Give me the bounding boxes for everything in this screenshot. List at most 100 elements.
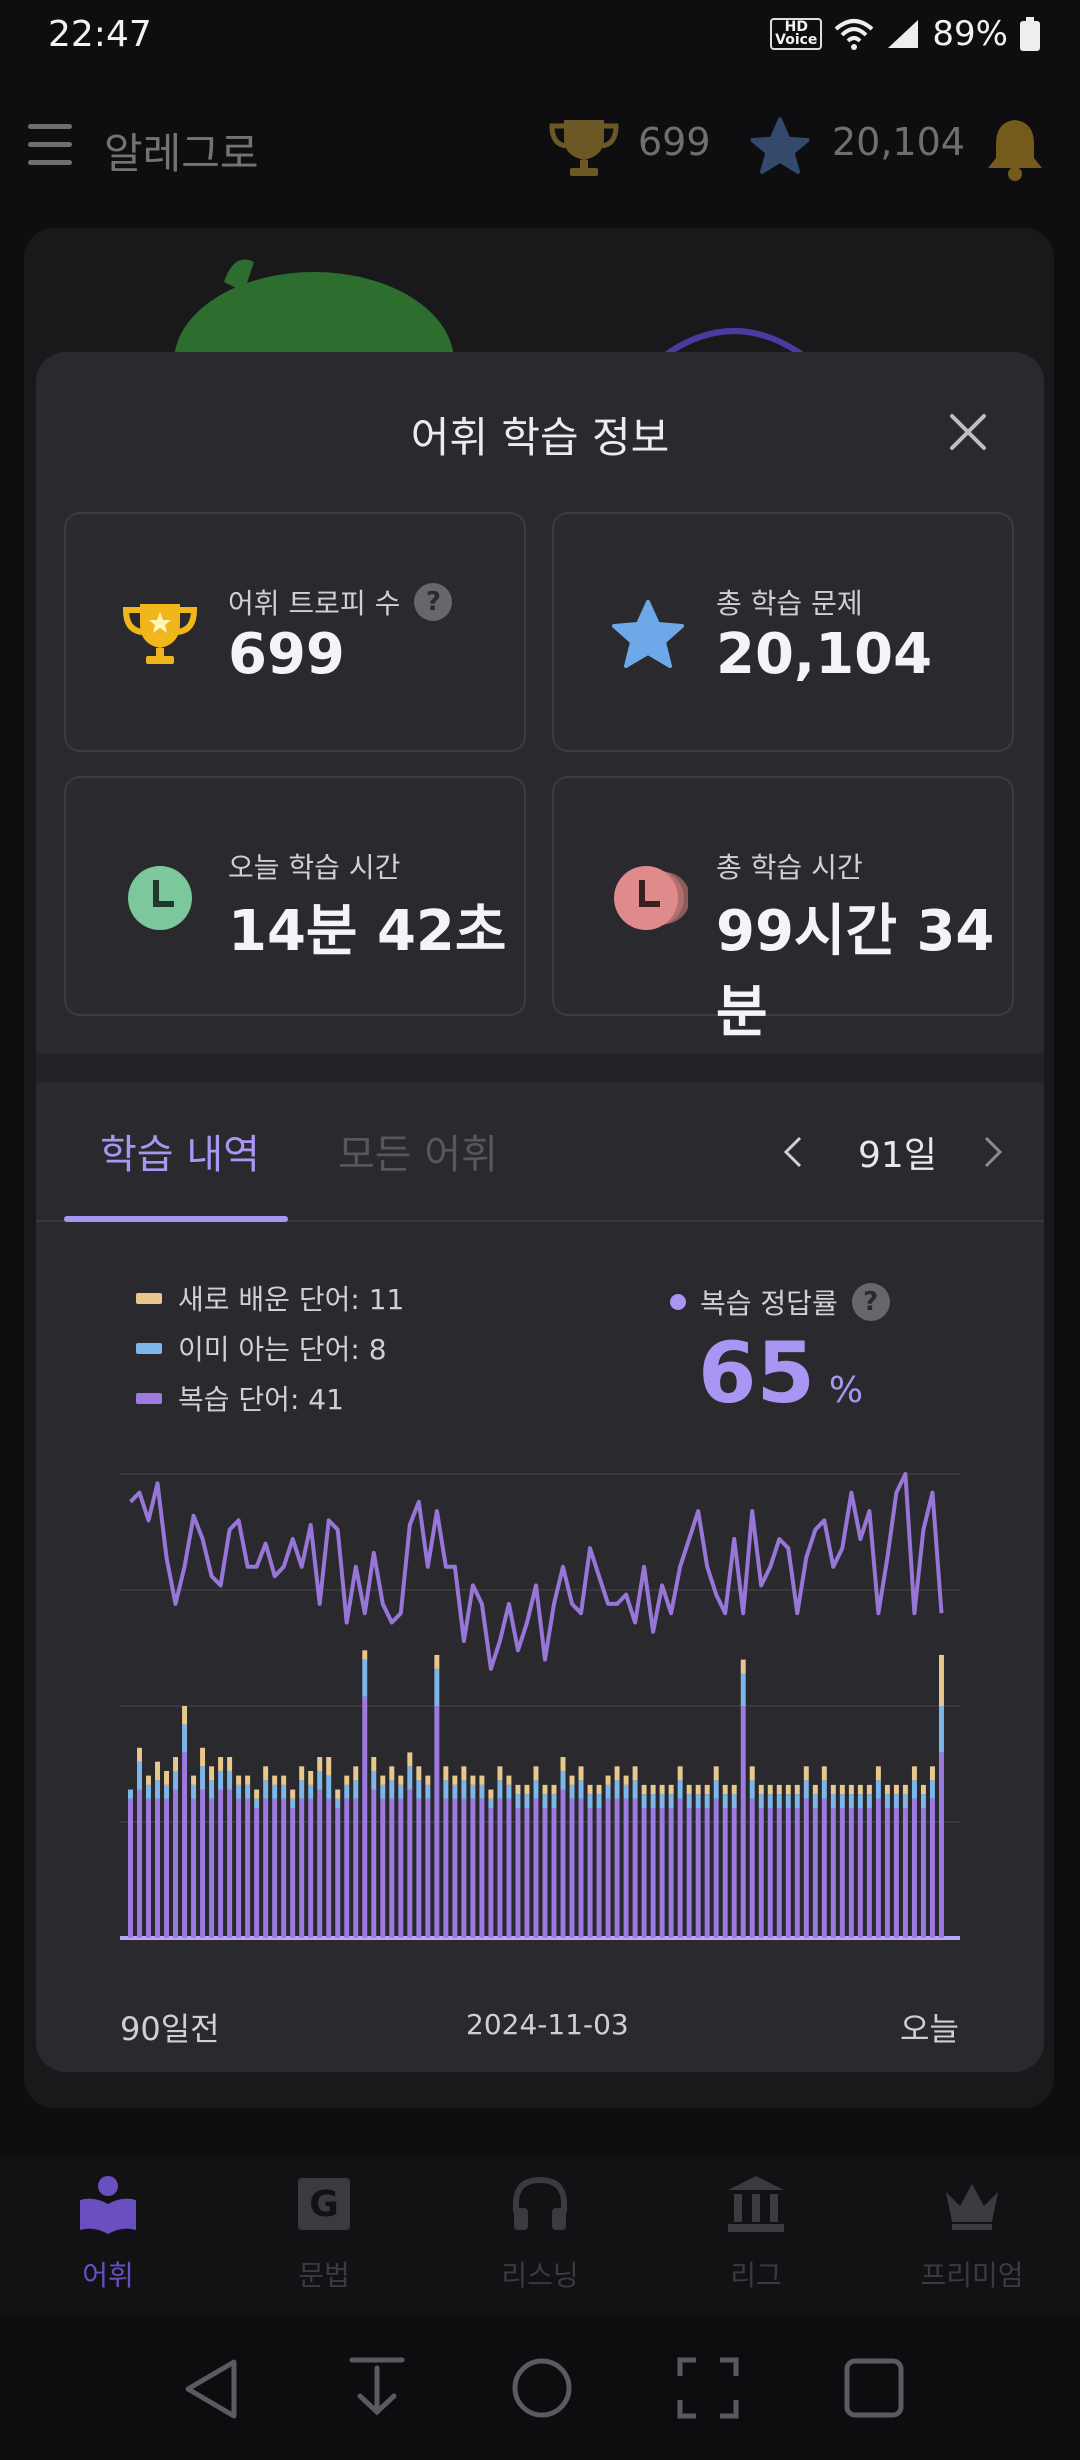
- bar-segment: [578, 1780, 584, 1799]
- help-icon[interactable]: ?: [414, 583, 453, 621]
- back-icon[interactable]: [180, 2356, 242, 2422]
- bar-segment: [920, 1784, 926, 1795]
- bar-segment: [407, 1789, 413, 1938]
- book-icon: [80, 2176, 136, 2234]
- bar-segment: [677, 1798, 683, 1938]
- bar-segment: [308, 1770, 314, 1785]
- bar-segment: [911, 1798, 917, 1938]
- bar-segment: [659, 1794, 665, 1809]
- menu-icon[interactable]: [28, 124, 72, 165]
- bell-icon[interactable]: [984, 116, 1046, 182]
- bar-segment: [533, 1766, 539, 1781]
- nav-listening[interactable]: 리스닝: [460, 2172, 620, 2294]
- bar-segment: [137, 1789, 142, 1938]
- bar-segment: [326, 1798, 332, 1938]
- bar-segment: [515, 1794, 521, 1809]
- trophy-count: 699: [638, 120, 711, 164]
- star-icon: [612, 600, 684, 668]
- bar-segment: [362, 1650, 368, 1660]
- bar-segment: [200, 1747, 206, 1767]
- nav-listening-label: 리스닝: [501, 2259, 579, 2292]
- nav-league-label: 리그: [730, 2259, 782, 2292]
- accuracy-label-text: 복습 정답률: [700, 1287, 838, 1320]
- bar-segment: [398, 1784, 404, 1799]
- bar-segment: [686, 1794, 692, 1809]
- study-history-chart: [120, 1472, 960, 1940]
- bar-segment: [515, 1808, 521, 1938]
- trophy-icon: [549, 120, 619, 176]
- bar-segment: [326, 1775, 332, 1799]
- bar-segment: [596, 1794, 602, 1809]
- bar-segment: [146, 1798, 151, 1938]
- legend-swatch-known: [136, 1342, 162, 1354]
- bar-segment: [227, 1757, 233, 1771]
- bar-segment: [164, 1770, 169, 1785]
- bar-segment: [335, 1798, 341, 1809]
- bar-segment: [884, 1794, 890, 1809]
- bar-segment: [488, 1789, 494, 1799]
- bar-segment: [866, 1794, 872, 1809]
- bar-segment: [803, 1766, 809, 1781]
- bar-segment: [461, 1766, 467, 1781]
- trophy-card-value: 699: [228, 622, 345, 687]
- bar-segment: [236, 1775, 242, 1785]
- download-icon[interactable]: [346, 2354, 408, 2424]
- bar-segment: [497, 1780, 503, 1799]
- bar-segment: [506, 1784, 512, 1799]
- bar-segment: [686, 1784, 692, 1795]
- bar-segment: [677, 1780, 683, 1799]
- grammar-icon: G: [298, 2178, 350, 2230]
- clock-icon: [128, 866, 192, 930]
- total-problems-card: 총 학습 문제 20,104: [552, 512, 1014, 752]
- bar-segment: [713, 1798, 719, 1938]
- bar-segment: [209, 1766, 215, 1781]
- bar-segment: [650, 1794, 656, 1809]
- tab-all-words[interactable]: 모든 어휘: [338, 1122, 498, 1180]
- close-icon[interactable]: [946, 410, 990, 454]
- bar-segment: [560, 1770, 566, 1790]
- bar-segment: [569, 1784, 575, 1799]
- bar-segment: [614, 1780, 620, 1799]
- chevron-left-icon[interactable]: [778, 1134, 808, 1170]
- nav-grammar[interactable]: G 문법: [244, 2172, 404, 2294]
- bar-segment: [902, 1808, 908, 1938]
- bar-segment: [407, 1766, 413, 1790]
- bar-segment: [434, 1706, 440, 1938]
- bar-segment: [182, 1752, 188, 1938]
- recent-apps-icon[interactable]: [842, 2356, 906, 2420]
- bar-segment: [434, 1654, 440, 1669]
- tab-history[interactable]: 학습 내역: [100, 1122, 260, 1180]
- bar-segment: [317, 1757, 323, 1771]
- bar-segment: [416, 1798, 422, 1938]
- bar-segment: [794, 1784, 800, 1795]
- trophy-card: 어휘 트로피 수? 699: [64, 512, 526, 752]
- bar-segment: [695, 1794, 701, 1809]
- bar-segment: [803, 1780, 809, 1799]
- bar-segment: [452, 1798, 458, 1938]
- help-icon[interactable]: ?: [851, 1283, 890, 1321]
- nav-premium[interactable]: 프리미엄: [892, 2172, 1052, 2294]
- bar-segment: [677, 1766, 683, 1781]
- bar-segment: [506, 1798, 512, 1938]
- bar-segment: [668, 1808, 674, 1938]
- bar-segment: [398, 1775, 404, 1785]
- bar-segment: [902, 1784, 908, 1795]
- accuracy-label: 복습 정답률?: [670, 1282, 890, 1322]
- home-icon[interactable]: [510, 2356, 574, 2420]
- nav-league[interactable]: 리그: [676, 2172, 836, 2294]
- bar-segment: [821, 1766, 827, 1781]
- bar-segment: [875, 1766, 881, 1781]
- bar-segment: [218, 1770, 224, 1790]
- bar-segment: [128, 1798, 133, 1938]
- nav-vocab[interactable]: 어휘: [28, 2172, 188, 2294]
- bottom-nav: 어휘 G 문법 리스닝 리그 프리미엄: [0, 2156, 1080, 2316]
- screenshot-icon[interactable]: [676, 2356, 740, 2420]
- bar-segment: [263, 1798, 269, 1938]
- bar-segment: [776, 1784, 782, 1795]
- bar-segment: [272, 1784, 278, 1799]
- bar-segment: [209, 1798, 215, 1938]
- bar-segment: [830, 1808, 836, 1938]
- chevron-right-icon[interactable]: [978, 1134, 1008, 1170]
- bar-segment: [929, 1798, 935, 1938]
- bar-segment: [893, 1808, 899, 1938]
